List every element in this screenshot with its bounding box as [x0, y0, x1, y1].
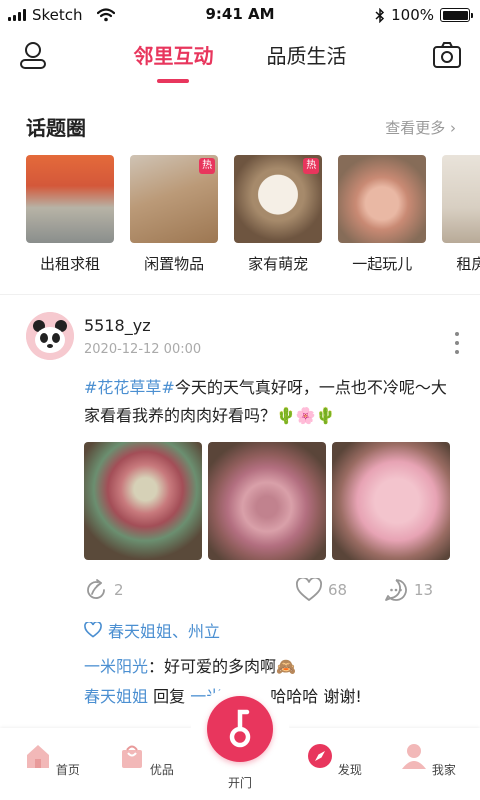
post-photo[interactable]: [84, 442, 202, 560]
comment-text: 哈哈哈 谢谢!: [270, 687, 362, 706]
nav-label: 优品: [149, 763, 174, 777]
topic-label: 租房停车: [456, 255, 480, 273]
comment-icon: [385, 579, 407, 601]
topic-item[interactable]: 租房停车: [442, 155, 480, 274]
commenter-name[interactable]: 一米阳光: [84, 657, 148, 676]
home-icon: [27, 745, 50, 768]
panda-avatar-icon: [26, 312, 74, 360]
section-divider: [0, 294, 480, 295]
comment-text: 好可爱的多肉啊🙈: [164, 657, 296, 676]
compass-icon: [308, 744, 333, 768]
camera-icon[interactable]: [432, 40, 462, 70]
comment-count: 13: [414, 581, 434, 599]
bottom-nav: 首页 优品 开门 发现 我家: [0, 686, 480, 800]
key-icon: [229, 709, 251, 748]
liked-by-names[interactable]: 春天姐姐、州立: [108, 618, 220, 642]
avatar[interactable]: [26, 312, 74, 360]
topic-label: 出租求租: [39, 255, 100, 273]
status-right: 100%: [375, 6, 473, 24]
battery-percent: 100%: [391, 6, 434, 24]
post-time: 2020-12-12 00:00: [84, 342, 202, 357]
post-hashtag[interactable]: #花花草草#: [84, 378, 175, 397]
top-header: 邻里互动 品质生活: [0, 30, 480, 90]
nav-home[interactable]: 首页: [12, 742, 92, 778]
comment-item: 一米阳光：好可爱的多肉啊🙈: [84, 652, 460, 682]
comment-separator: ：: [148, 657, 165, 676]
nav-products[interactable]: 优品: [106, 742, 186, 778]
nav-label: 发现: [337, 763, 362, 777]
comment-button[interactable]: 13: [384, 578, 433, 602]
liked-by-line: 春天姐姐、州立: [84, 618, 460, 642]
bluetooth-icon: [375, 7, 385, 23]
topic-item[interactable]: 热 闲置物品: [130, 155, 219, 274]
post-actions: 2 68 13: [84, 578, 460, 606]
heart-outline-icon: [84, 622, 102, 638]
topics-header: 话题圈 查看更多 ›: [26, 112, 456, 142]
nav-label-open-door: 开门: [227, 776, 252, 790]
battery-icon: [440, 8, 473, 22]
header-tabs: 邻里互动 品质生活: [0, 40, 480, 83]
more-options-icon[interactable]: [454, 332, 460, 354]
hot-badge: 热: [303, 158, 320, 174]
section-title: 话题圈: [26, 116, 86, 140]
tab-neighbor[interactable]: 邻里互动: [133, 40, 213, 83]
post-content: #花花草草#今天的天气真好呀，一点也不冷呢～大家看看我养的肉肉好看吗？🌵🌸🌵: [84, 374, 460, 430]
topic-label: 闲置物品: [144, 255, 205, 273]
share-count: 2: [114, 581, 124, 599]
like-count: 68: [328, 581, 348, 599]
post-photos: [84, 442, 456, 562]
share-icon: [87, 579, 105, 599]
like-button[interactable]: 68: [296, 578, 347, 602]
shopping-bag-icon: [122, 745, 143, 768]
nav-label: 首页: [55, 763, 80, 777]
reply-separator: 回复: [148, 687, 191, 706]
open-door-button[interactable]: [207, 696, 273, 762]
view-more-link[interactable]: 查看更多 ›: [385, 117, 456, 138]
profile-icon: [402, 744, 427, 769]
topic-label: 一起玩儿: [352, 255, 413, 273]
topic-thumbnail: 热: [234, 155, 323, 243]
nav-label: 我家: [431, 763, 456, 777]
topic-item[interactable]: 热 家有萌宠: [234, 155, 323, 274]
topic-thumbnail: [26, 155, 114, 243]
tab-quality-life[interactable]: 品质生活: [267, 40, 347, 69]
nav-discover[interactable]: 发现: [294, 742, 374, 778]
post-username[interactable]: 5518_yz: [84, 316, 151, 335]
topic-item[interactable]: 一起玩儿: [338, 155, 427, 274]
topics-list: 出租求租 热 闲置物品 热 家有萌宠 一起玩儿 租房停车: [26, 155, 480, 275]
hot-badge: 热: [199, 158, 216, 174]
topic-thumbnail: 热: [130, 155, 219, 243]
topic-label: 家有萌宠: [248, 255, 309, 273]
status-bar: Sketch 9:41 AM 100%: [0, 0, 480, 30]
heart-icon: [296, 578, 322, 602]
post-photo[interactable]: [208, 442, 326, 560]
commenter-name[interactable]: 春天姐姐: [84, 687, 148, 706]
share-button[interactable]: 2: [84, 578, 124, 602]
topic-thumbnail: [442, 155, 480, 243]
topic-thumbnail: [338, 155, 427, 243]
nav-my-home[interactable]: 我家: [388, 742, 468, 778]
post-photo[interactable]: [332, 442, 450, 560]
topic-item[interactable]: 出租求租: [26, 155, 114, 274]
